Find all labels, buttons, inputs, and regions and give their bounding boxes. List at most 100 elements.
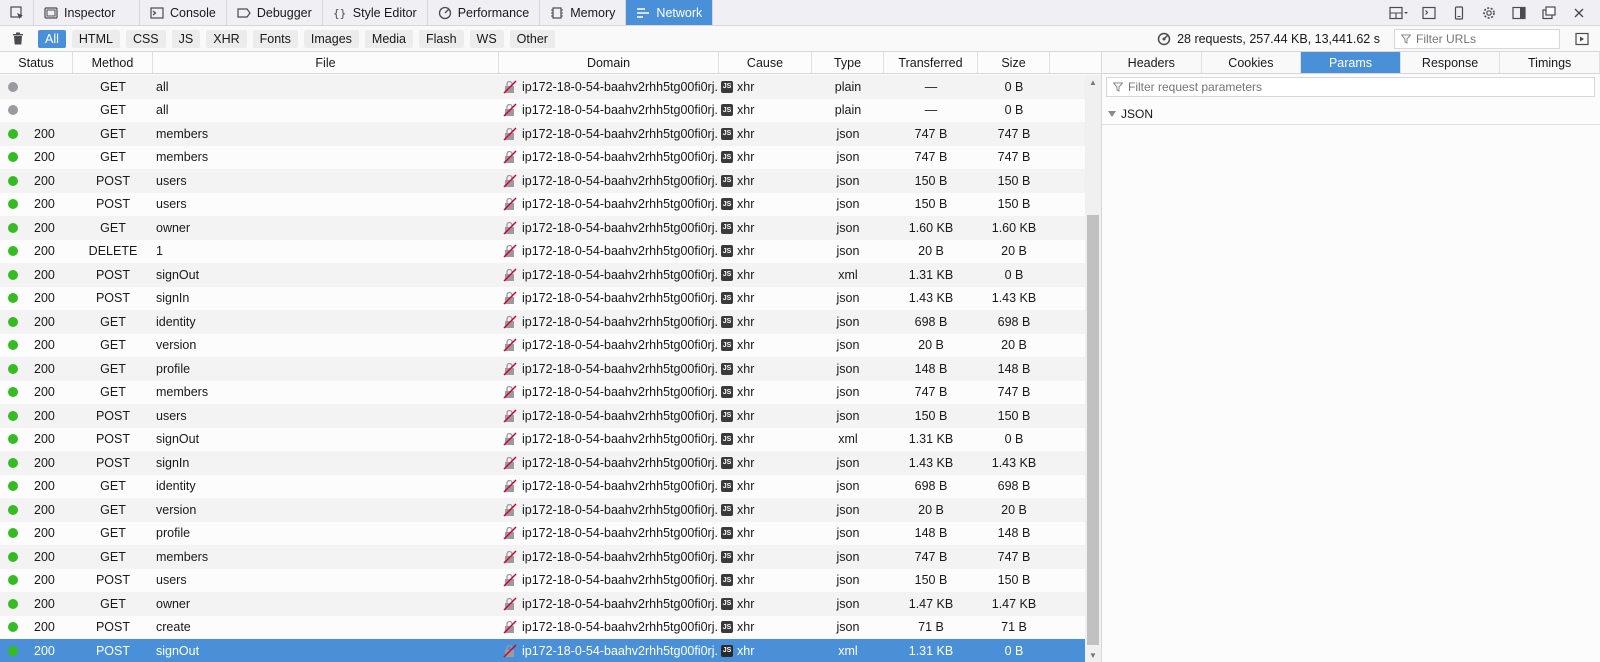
request-row[interactable]: 200 GET profile ip172-18-0-54-baahv2rhh5tg0… (0, 521, 1085, 545)
braces-icon: {} (333, 6, 347, 20)
inspector-icon (44, 6, 58, 20)
split-console-button[interactable] (1416, 2, 1442, 24)
column-header-type[interactable]: Type (812, 52, 884, 73)
column-header-domain[interactable]: Domain (499, 52, 719, 73)
insecure-lock-icon (503, 174, 517, 188)
filter-button-all[interactable]: All (38, 29, 66, 48)
request-row[interactable]: 200 GET owner ip172-18-0-54-baahv2rhh5tg00f… (0, 216, 1085, 240)
status-code: 200 (34, 267, 55, 282)
request-row[interactable]: 200 GET members ip172-18-0-54-baahv2rhh5tg0… (0, 545, 1085, 569)
tool-tab-performance[interactable]: Performance (428, 0, 541, 25)
filter-urls-input[interactable] (1416, 31, 1546, 46)
filter-button-flash[interactable]: Flash (418, 29, 464, 48)
param-filter-input[interactable] (1128, 80, 1548, 94)
responsive-design-button[interactable] (1446, 2, 1472, 24)
request-row[interactable]: 200 GET owner ip172-18-0-54-baahv2rhh5tg00f… (0, 592, 1085, 616)
request-row[interactable]: 200 GET members ip172-18-0-54-baahv2rhh5tg0… (0, 122, 1085, 146)
details-tab-headers[interactable]: Headers (1102, 52, 1202, 73)
element-picker-button[interactable] (0, 0, 34, 25)
tool-tab-inspector[interactable]: Inspector (34, 0, 140, 25)
filter-button-css[interactable]: CSS (125, 29, 166, 48)
filter-button-other[interactable]: Other (509, 29, 555, 48)
type-cell: xml (838, 432, 858, 447)
file-cell: signIn (156, 455, 190, 470)
domain-cell: ip172-18-0-54-baahv2rhh5tg00fi0rj... (499, 127, 719, 141)
column-header-cause[interactable]: Cause (719, 52, 812, 73)
size-cell: 0 B (1004, 267, 1024, 282)
tool-tab-network[interactable]: Network (626, 0, 714, 25)
request-row[interactable]: 200 POST signOut ip172-18-0-54-baahv2rhh5tg… (0, 639, 1085, 662)
toggle-sidepanel-button[interactable] (1572, 29, 1592, 49)
js-badge-icon: JS (721, 221, 733, 234)
column-header-status[interactable]: Status (0, 52, 73, 73)
request-row[interactable]: 200 DELETE 1 ip172-18-0-54-baahv2rhh5tg00fi… (0, 239, 1085, 263)
request-row[interactable]: 200 GET members ip172-18-0-54-baahv2rhh5tg0… (0, 380, 1085, 404)
request-row[interactable]: 200 GET profile ip172-18-0-54-baahv2rhh5tg0… (0, 357, 1085, 381)
param-filter-box[interactable] (1106, 77, 1595, 97)
details-tab-params[interactable]: Params (1301, 52, 1401, 73)
filter-button-xhr[interactable]: XHR (206, 29, 247, 48)
request-row[interactable]: 200 GET version ip172-18-0-54-baahv2rhh5tg0… (0, 498, 1085, 522)
column-header-transferred[interactable]: Transferred (884, 52, 978, 73)
size-cell: 1.60 KB (991, 220, 1037, 235)
request-row[interactable]: 200 POST create ip172-18-0-54-baahv2rhh5tg0… (0, 615, 1085, 639)
clear-requests-button[interactable] (6, 28, 30, 50)
request-row[interactable]: 200 GET identity ip172-18-0-54-baahv2rhh5tg… (0, 310, 1085, 334)
tool-tab-debugger[interactable]: Debugger (227, 0, 323, 25)
request-row[interactable]: 200 GET version ip172-18-0-54-baahv2rhh5tg0… (0, 333, 1085, 357)
transferred-cell: 20 B (918, 502, 944, 517)
cause-cell: JS xhr (719, 456, 812, 470)
request-row[interactable]: 200 GET members ip172-18-0-54-baahv2rhh5tg0… (0, 145, 1085, 169)
scroll-down-arrow[interactable]: ▼ (1085, 648, 1101, 662)
request-row[interactable]: 200 POST users ip172-18-0-54-baahv2rhh5tg00… (0, 169, 1085, 193)
cause-cell: JS xhr (719, 644, 812, 658)
request-row[interactable]: 200 POST signOut ip172-18-0-54-baahv2rhh5tg… (0, 427, 1085, 451)
filter-button-media[interactable]: Media (364, 29, 413, 48)
scroll-up-arrow[interactable]: ▲ (1085, 75, 1101, 89)
column-header-size[interactable]: Size (978, 52, 1050, 73)
filter-button-fonts[interactable]: Fonts (252, 29, 298, 48)
tool-tab-memory[interactable]: Memory (540, 0, 627, 25)
transferred-cell: — (924, 79, 938, 94)
request-row[interactable]: 200 POST signIn ip172-18-0-54-baahv2rhh5tg0… (0, 286, 1085, 310)
request-row[interactable]: 200 POST signOut ip172-18-0-54-baahv2rhh5tg… (0, 263, 1085, 287)
request-row[interactable]: 200 GET identity ip172-18-0-54-baahv2rhh5tg… (0, 474, 1085, 498)
filter-button-js[interactable]: JS (171, 29, 201, 48)
dock-side-button[interactable] (1506, 2, 1532, 24)
type-cell: json (836, 338, 860, 353)
column-header-method[interactable]: Method (73, 52, 153, 73)
dock-window-button[interactable] (1536, 2, 1562, 24)
file-cell: 1 (156, 244, 163, 259)
json-section-header[interactable]: JSON (1102, 103, 1600, 125)
domain-cell: ip172-18-0-54-baahv2rhh5tg00fi0rj... (499, 503, 719, 517)
details-tab-timings[interactable]: Timings (1500, 52, 1600, 73)
file-cell: identity (156, 479, 196, 494)
request-row[interactable]: 200 POST users ip172-18-0-54-baahv2rhh5tg00… (0, 192, 1085, 216)
scrollbar-thumb[interactable] (1087, 215, 1099, 645)
tool-tab-style-editor[interactable]: {} Style Editor (323, 0, 428, 25)
request-row[interactable]: 200 POST users ip172-18-0-54-baahv2rhh5tg00… (0, 568, 1085, 592)
tool-tab-console[interactable]: Console (140, 0, 227, 25)
insecure-lock-icon (503, 268, 517, 282)
details-tab-response[interactable]: Response (1401, 52, 1501, 73)
size-cell: 0 B (1004, 79, 1024, 94)
cause-text: xhr (737, 549, 755, 564)
request-row[interactable]: GET all ip172-18-0-54-baahv2rhh5tg00fi0rj.… (0, 75, 1085, 99)
column-header-file[interactable]: File (153, 52, 499, 73)
status-code: 200 (34, 573, 55, 588)
close-button[interactable] (1566, 2, 1592, 24)
filter-urls-box[interactable] (1394, 28, 1560, 49)
insecure-lock-icon (503, 244, 517, 258)
filter-button-ws[interactable]: WS (469, 29, 504, 48)
request-row[interactable]: 200 POST users ip172-18-0-54-baahv2rhh5tg00… (0, 404, 1085, 428)
method-cell: DELETE (88, 244, 138, 259)
filter-button-html[interactable]: HTML (71, 29, 120, 48)
filter-button-images[interactable]: Images (303, 29, 359, 48)
requests-scrollbar[interactable]: ▲ ▼ (1085, 75, 1101, 662)
settings-gear-button[interactable] (1476, 2, 1502, 24)
method-cell: POST (95, 408, 131, 423)
request-row[interactable]: 200 POST signIn ip172-18-0-54-baahv2rhh5tg0… (0, 451, 1085, 475)
dock-layout-button[interactable] (1386, 2, 1412, 24)
request-row[interactable]: GET all ip172-18-0-54-baahv2rhh5tg00fi0rj.… (0, 98, 1085, 122)
details-tab-cookies[interactable]: Cookies (1202, 52, 1302, 73)
